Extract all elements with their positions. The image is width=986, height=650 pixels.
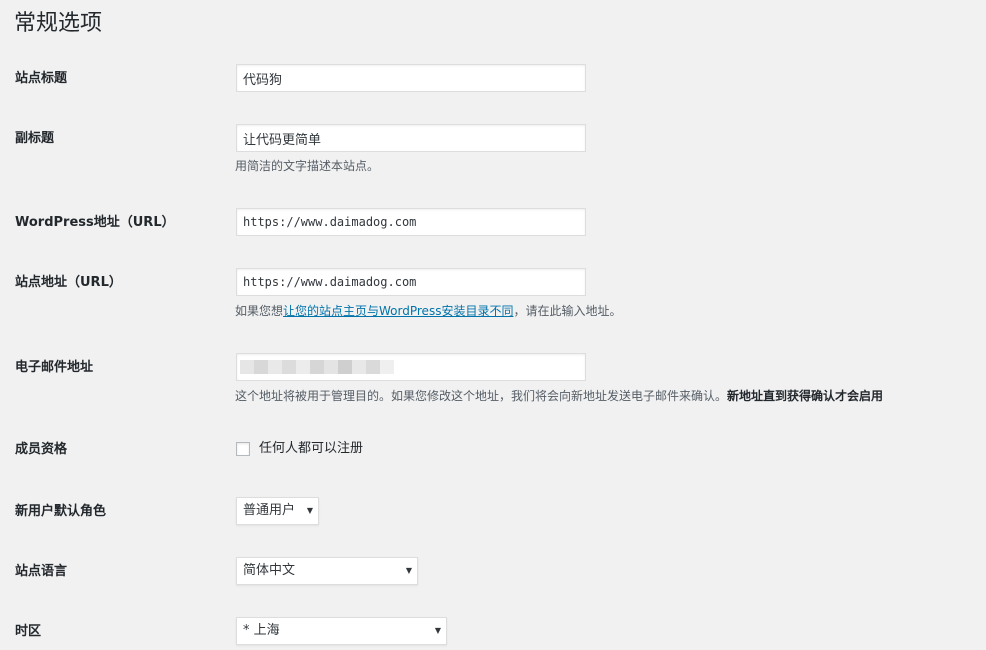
chevron-down-icon: ▼: [306, 506, 313, 515]
site-url-description-suffix: ，请在此输入地址。: [513, 304, 622, 318]
default-role-value: 普通用户: [243, 503, 296, 518]
timezone-label: 时区: [15, 624, 42, 639]
tagline-label: 副标题: [15, 131, 55, 146]
site-url-label: 站点地址（URL）: [15, 275, 122, 290]
email-label: 电子邮件地址: [15, 360, 94, 375]
membership-checkbox[interactable]: [236, 442, 250, 456]
membership-checkbox-label[interactable]: 任何人都可以注册: [259, 441, 363, 457]
site-title-input[interactable]: [236, 64, 586, 92]
site-url-help-link[interactable]: 让您的站点主页与WordPress安装目录不同: [283, 304, 513, 318]
timezone-select[interactable]: * 上海 ▼: [236, 617, 447, 645]
site-language-value: 简体中文: [243, 563, 296, 578]
chevron-down-icon: ▼: [434, 626, 441, 635]
site-url-description-prefix: 如果您想: [235, 304, 284, 318]
tagline-description: 用简洁的文字描述本站点。: [235, 159, 380, 173]
email-redacted-value: [240, 360, 394, 374]
general-settings-page: 常规选项 站点标题 副标题 用简洁的文字描述本站点。 WordPress地址（U…: [0, 0, 986, 650]
wordpress-url-label: WordPress地址（URL）: [15, 215, 175, 230]
timezone-value: * 上海: [243, 623, 280, 638]
default-role-label: 新用户默认角色: [15, 504, 107, 519]
page-title: 常规选项: [14, 11, 103, 36]
email-description-text: 这个地址将被用于管理目的。如果您修改这个地址，我们将会向新地址发送电子邮件来确认…: [235, 389, 728, 403]
site-url-description: 如果您想让您的站点主页与WordPress安装目录不同，请在此输入地址。: [235, 302, 621, 320]
membership-label: 成员资格: [15, 442, 68, 457]
site-language-label: 站点语言: [15, 564, 68, 579]
email-description-bold: 新地址直到获得确认才会启用: [727, 389, 884, 403]
wordpress-url-input[interactable]: [236, 208, 586, 236]
default-role-select[interactable]: 普通用户 ▼: [236, 497, 319, 525]
tagline-input[interactable]: [236, 124, 586, 152]
site-language-select[interactable]: 简体中文 ▼: [236, 557, 418, 585]
site-title-label: 站点标题: [15, 71, 68, 86]
email-description: 这个地址将被用于管理目的。如果您修改这个地址，我们将会向新地址发送电子邮件来确认…: [235, 387, 883, 405]
site-url-input[interactable]: [236, 268, 586, 296]
chevron-down-icon: ▼: [405, 566, 412, 575]
